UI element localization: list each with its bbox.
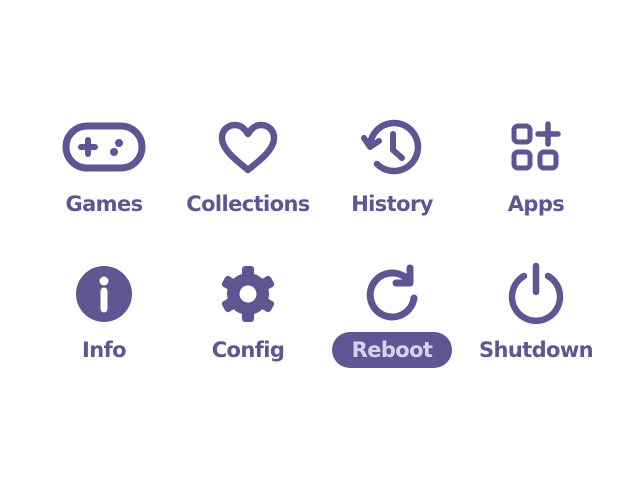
heart-icon [168,116,328,180]
menu-item-info[interactable]: Info [24,262,184,392]
menu-label-history: History [351,192,433,216]
menu-item-history[interactable]: History [312,116,472,246]
menu-label-info: Info [82,338,127,362]
history-icon [312,116,472,180]
gear-icon [168,262,328,326]
main-menu-grid: Games Collections History Apps Info Conf… [0,0,640,480]
menu-label-shutdown: Shutdown [478,338,594,362]
apps-grid-icon [456,116,616,180]
menu-item-collections[interactable]: Collections [168,116,328,246]
menu-label-apps: Apps [507,192,565,216]
menu-item-games[interactable]: Games [24,116,184,246]
menu-item-config[interactable]: Config [168,262,328,392]
menu-item-reboot[interactable]: Reboot [312,262,472,392]
menu-item-shutdown[interactable]: Shutdown [456,262,616,392]
menu-label-config: Config [211,338,285,362]
power-icon [456,262,616,326]
info-icon [24,262,184,326]
menu-label-collections: Collections [186,192,310,216]
menu-label-games: Games [65,192,143,216]
gamepad-icon [24,116,184,180]
menu-item-apps[interactable]: Apps [456,116,616,246]
menu-label-reboot: Reboot [312,332,472,368]
reboot-icon [312,262,472,326]
